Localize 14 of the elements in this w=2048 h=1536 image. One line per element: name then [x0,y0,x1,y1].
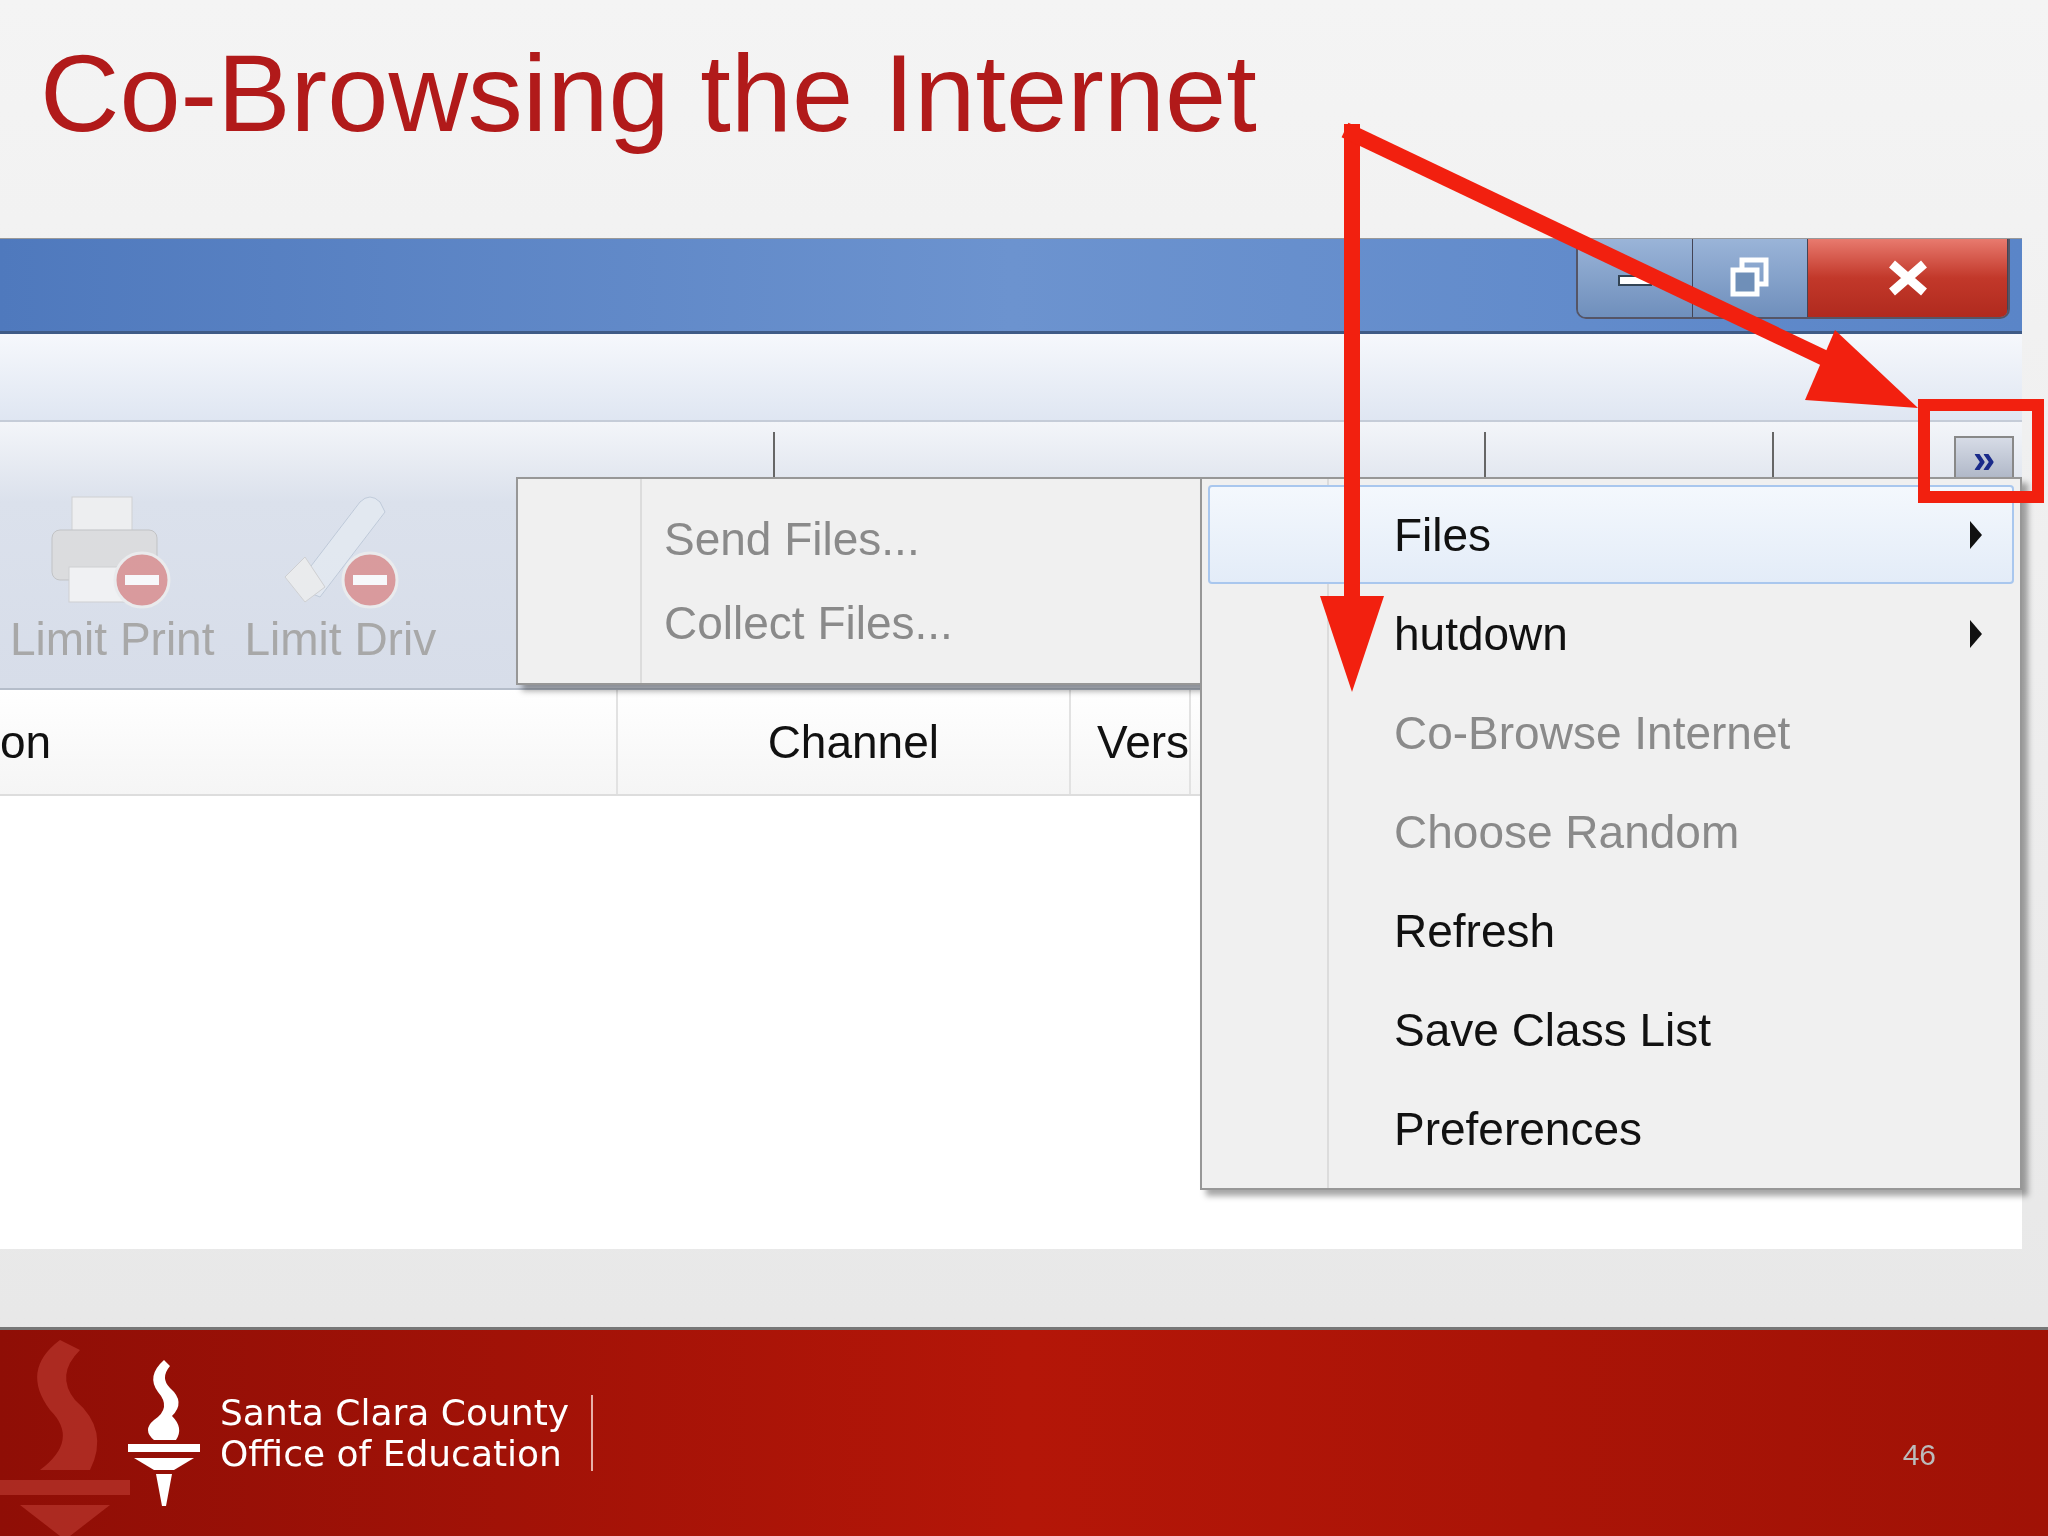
close-button[interactable] [1808,239,2008,317]
menu-item[interactable]: Refresh [1208,881,2014,980]
menu-item[interactable]: Preferences [1208,1079,2014,1178]
menu-item[interactable]: Save Class List [1208,980,2014,1079]
column-header[interactable]: on [0,690,618,794]
restore-button[interactable] [1693,239,1808,317]
restore-icon [1728,256,1772,300]
page-number: 46 [1902,1437,1936,1472]
menu-item[interactable]: hutdown [1208,584,2014,683]
menu-item[interactable]: Files [1208,485,2014,584]
organization-name: Santa Clara County Office of Education [220,1391,570,1475]
column-header[interactable]: Vers [1071,690,1192,794]
column-header[interactable]: Channel [618,690,1071,794]
slide-title: Co-Browsing the Internet [40,30,1257,156]
